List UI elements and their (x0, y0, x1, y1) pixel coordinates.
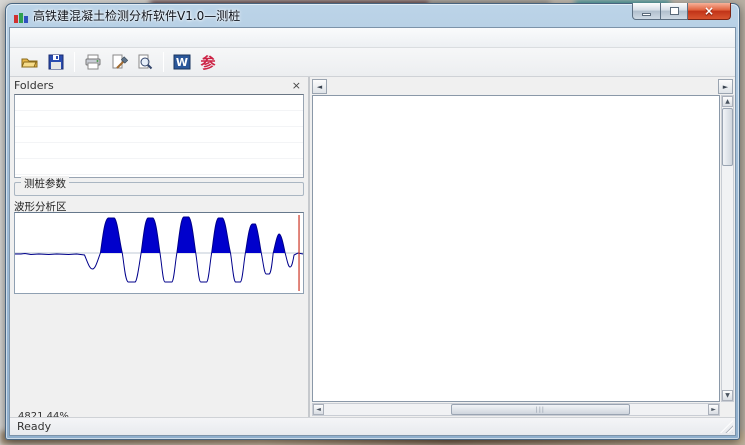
folders-pane-title: Folders (14, 79, 54, 92)
window-body: W 参 Folders × 测桩参数 波形分析区 (9, 27, 736, 436)
page-setup-button[interactable] (107, 51, 131, 73)
minimize-icon (642, 13, 651, 16)
tab-strip: ◄ ► (310, 77, 735, 95)
parameters-button[interactable]: 参 (196, 51, 220, 73)
vertical-scroll-thumb[interactable] (722, 108, 733, 166)
status-text: Ready (17, 420, 718, 433)
folders-pane: Folders × 测桩参数 波形分析区 (10, 77, 310, 417)
scroll-left-button[interactable]: ◄ (313, 404, 324, 415)
horizontal-scroll-thumb[interactable]: ||| (451, 404, 630, 415)
print-button[interactable] (81, 51, 105, 73)
pile-params-title: 测桩参数 (21, 176, 69, 191)
waveform-controls (14, 297, 304, 312)
close-button[interactable]: × (688, 3, 731, 20)
data-view-pane: ◄ ► ▲ (310, 77, 735, 417)
toolbar-separator (74, 52, 75, 72)
maximize-button[interactable] (661, 3, 688, 20)
status-bar: Ready (10, 417, 735, 435)
pile-params-group: 测桩参数 (14, 182, 304, 196)
word-export-button[interactable]: W (170, 51, 194, 73)
maximize-icon (670, 7, 679, 15)
app-window: 高铁建混凝土检测分析软件V1.0—测桩 × (5, 3, 740, 440)
titlebar[interactable]: 高铁建混凝土检测分析软件V1.0—测桩 × (6, 4, 739, 27)
scroll-down-button[interactable]: ▼ (722, 390, 733, 401)
client-area: Folders × 测桩参数 波形分析区 (10, 77, 735, 417)
pane-close-icon[interactable]: × (289, 79, 304, 92)
waveform-plot[interactable] (14, 212, 304, 294)
print-preview-button[interactable] (133, 51, 157, 73)
parameters-icon: 参 (200, 52, 215, 73)
resize-grip-icon[interactable] (720, 420, 733, 433)
menubar (10, 28, 735, 48)
app-icon (14, 10, 28, 22)
tabs (329, 77, 716, 95)
thumb-grip: ||| (536, 406, 545, 413)
folder-list[interactable] (14, 94, 304, 178)
tab-scroll-right-button[interactable]: ► (718, 79, 733, 94)
tab-scroll-left-button[interactable]: ◄ (312, 79, 327, 94)
close-icon: × (704, 4, 714, 18)
waveform-area-label: 波形分析区 (14, 199, 304, 212)
toolbar-separator (163, 52, 164, 72)
window-controls: × (632, 3, 731, 20)
horizontal-scrollbar[interactable]: ◄ ||| ► (312, 403, 720, 416)
vertical-scrollbar[interactable]: ▲ ▼ (721, 95, 734, 402)
window-title: 高铁建混凝土检测分析软件V1.0—测桩 (33, 7, 240, 24)
toolbar: W 参 (10, 48, 735, 77)
minimize-button[interactable] (632, 3, 661, 20)
waveform-svg (15, 213, 303, 293)
folders-pane-header: Folders × (14, 77, 304, 93)
word-w-glyph: W (176, 56, 188, 69)
scroll-up-button[interactable]: ▲ (722, 96, 733, 107)
save-button[interactable] (44, 51, 68, 73)
data-table-container (312, 95, 720, 402)
scroll-right-button[interactable]: ► (708, 404, 719, 415)
open-folder-button[interactable] (18, 51, 42, 73)
waveform-readouts (14, 314, 304, 331)
